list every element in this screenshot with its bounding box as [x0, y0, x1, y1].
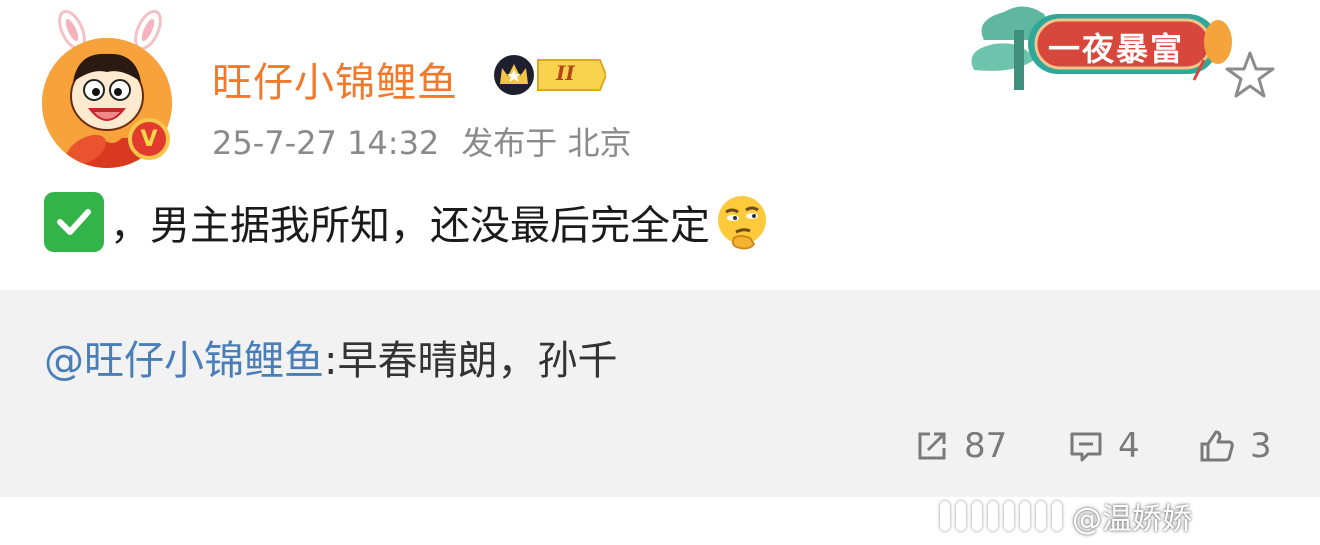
post-location: 发布于 北京 — [461, 124, 632, 162]
post-meta: 25-7-27 14:32 发布于 北京 — [212, 118, 653, 164]
comment-count: 4 — [1118, 426, 1140, 466]
like-count: 3 — [1250, 426, 1272, 466]
post-text-row: ，男主据我所知，还没最后完全定 — [44, 192, 770, 252]
festival-badge-label: 一夜暴富 — [1048, 30, 1185, 68]
share-icon — [918, 432, 946, 460]
thinking-face-emoji — [718, 196, 766, 250]
star-outline-icon[interactable] — [1224, 50, 1276, 100]
repost-content: :早春晴朗，孙千 — [324, 338, 618, 384]
share-button[interactable]: 87 — [914, 424, 1007, 468]
repost-mention[interactable]: @旺仔小锦鲤鱼 — [44, 338, 324, 384]
author-avatar-wrap[interactable]: V — [36, 8, 186, 168]
verified-mark: V — [140, 126, 158, 152]
watermark-text: @温娇娇 — [1072, 502, 1192, 537]
repost-text: @旺仔小锦鲤鱼:早春晴朗，孙千 — [44, 328, 617, 386]
comment-icon — [1070, 432, 1102, 462]
like-icon — [1200, 430, 1234, 462]
author-name[interactable]: 旺仔小锦鲤鱼 — [212, 50, 458, 108]
like-button[interactable]: 3 — [1198, 424, 1272, 468]
crown-icon — [494, 55, 606, 95]
watermark-bars-decoration — [940, 501, 1062, 531]
check-mark-emoji — [44, 192, 104, 252]
share-count: 87 — [964, 426, 1008, 466]
watermark: @温娇娇 — [940, 496, 1192, 537]
verified-v-icon: V — [128, 118, 170, 160]
level-badge-label: II — [556, 61, 575, 85]
comment-button[interactable]: 4 — [1068, 424, 1140, 468]
post-time: 25-7-27 14:32 — [212, 124, 440, 162]
repost-card[interactable]: @旺仔小锦鲤鱼:早春晴朗，孙千 87 4 3 — [0, 290, 1320, 497]
post-text: ，男主据我所知，还没最后完全定 — [110, 203, 710, 249]
